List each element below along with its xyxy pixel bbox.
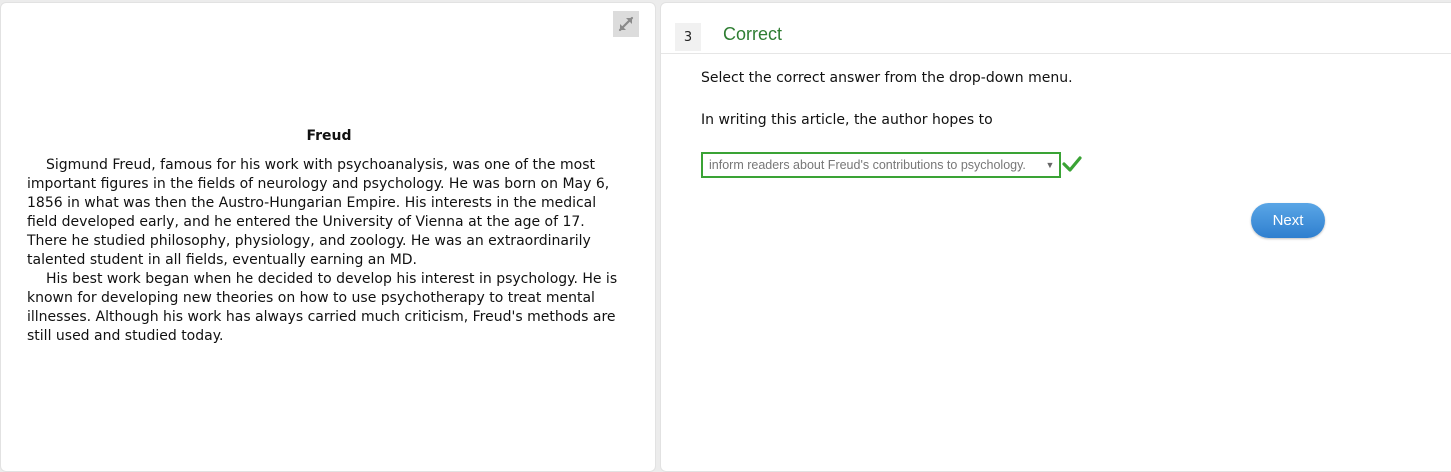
passage-panel: Freud Sigmund Freud, famous for his work… bbox=[0, 2, 656, 472]
triangle-down-icon: ▼ bbox=[1045, 160, 1055, 170]
passage-text: Sigmund Freud, famous for his work with … bbox=[27, 156, 625, 346]
passage-title: Freud bbox=[306, 128, 352, 144]
question-panel: 3 Correct Select the correct answer from… bbox=[660, 2, 1451, 472]
question-number: 3 bbox=[675, 23, 701, 51]
question-prompt: In writing this article, the author hope… bbox=[701, 112, 993, 128]
question-instruction: Select the correct answer from the drop-… bbox=[701, 70, 1073, 86]
passage-paragraph: His best work began when he decided to d… bbox=[27, 271, 618, 344]
dropdown-selected-value: inform readers about Freud's contributio… bbox=[709, 158, 1026, 172]
expand-button[interactable] bbox=[613, 11, 639, 37]
passage-paragraph: Sigmund Freud, famous for his work with … bbox=[27, 157, 610, 268]
answer-dropdown[interactable]: inform readers about Freud's contributio… bbox=[701, 152, 1061, 178]
expand-arrows-icon bbox=[618, 16, 634, 32]
question-header: 3 Correct bbox=[661, 3, 1451, 54]
next-button[interactable]: Next bbox=[1251, 203, 1325, 238]
answer-status: Correct bbox=[723, 24, 783, 44]
check-icon bbox=[1062, 156, 1082, 172]
